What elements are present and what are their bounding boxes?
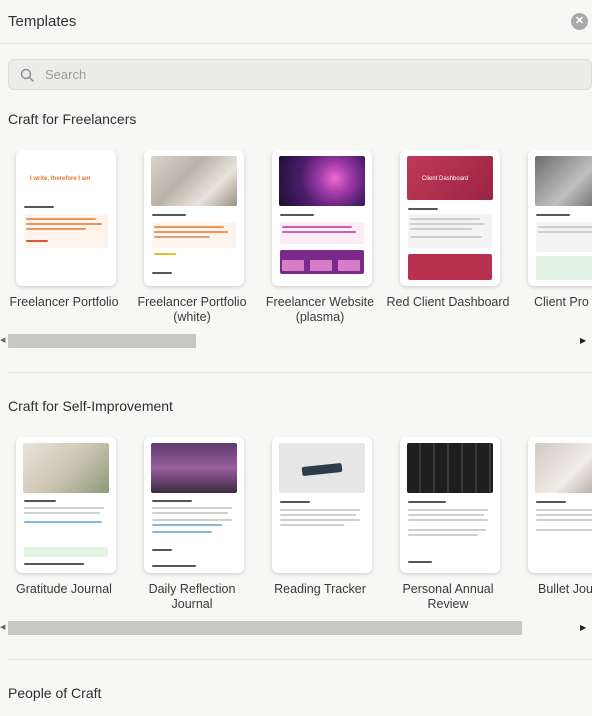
template-card[interactable]: Daily Reflection Journal <box>128 437 256 612</box>
template-label: Client Pro <box>534 295 589 309</box>
scroll-left-icon[interactable]: ◀ <box>0 623 5 631</box>
horizontal-scrollbar[interactable]: ◀ ▶ <box>0 334 592 348</box>
section-title-freelancers: Craft for Freelancers <box>8 111 137 127</box>
template-label: Freelancer Website (plasma) <box>265 295 375 324</box>
thumbnail-heading: I write, therefore I am <box>30 176 91 182</box>
template-label: Freelancer Portfolio <box>9 295 119 309</box>
scroll-right-icon[interactable]: ▶ <box>580 336 586 345</box>
close-icon: ✕ <box>574 15 585 27</box>
template-card[interactable]: Reading Tracker <box>256 437 384 597</box>
horizontal-scrollbar[interactable]: ◀ ▶ <box>0 621 592 635</box>
template-thumbnail: Client Dashboard <box>400 150 500 286</box>
page-title: Templates <box>8 13 77 30</box>
template-thumbnail: I write, therefore I am <box>16 150 116 286</box>
search-input[interactable] <box>45 60 575 89</box>
template-card[interactable]: Bullet Jou Templa <box>512 437 592 597</box>
template-card[interactable]: Gratitude Journal <box>0 437 128 597</box>
thumbnail-heading: Client Dashboard <box>422 176 469 182</box>
template-label: Reading Tracker <box>274 582 366 596</box>
header: Templates ✕ <box>0 0 592 44</box>
template-card[interactable]: Personal Annual Review <box>384 437 512 612</box>
template-card[interactable]: Freelancer Website (plasma) <box>256 150 384 325</box>
template-label: Red Client Dashboard <box>386 295 510 309</box>
template-thumbnail <box>272 437 372 573</box>
template-row-freelancers: I write, therefore I am Freelancer Portf… <box>0 150 592 350</box>
template-row-self-improvement: Gratitude Journal Daily Reflection Journ… <box>0 437 592 637</box>
template-card[interactable]: Client Dashboard Red Client Dashboard <box>384 150 512 310</box>
search-bar[interactable] <box>8 59 592 90</box>
template-label: Freelancer Portfolio (white) <box>137 295 247 324</box>
search-icon <box>20 68 34 82</box>
template-thumbnail <box>16 437 116 573</box>
close-button[interactable]: ✕ <box>571 13 588 30</box>
scrollbar-thumb[interactable] <box>8 621 522 635</box>
scroll-left-icon[interactable]: ◀ <box>0 336 5 344</box>
template-label: Daily Reflection Journal <box>148 582 236 611</box>
template-thumbnail <box>144 437 244 573</box>
template-thumbnail <box>400 437 500 573</box>
section-title-people-of-craft: People of Craft <box>8 685 102 701</box>
template-label: Gratitude Journal <box>16 582 112 596</box>
section-divider <box>8 372 592 373</box>
template-label: Bullet Jou Templa <box>538 582 592 596</box>
scrollbar-thumb[interactable] <box>8 334 196 348</box>
template-thumbnail <box>272 150 372 286</box>
template-thumbnail <box>528 150 592 286</box>
section-title-self-improvement: Craft for Self-Improvement <box>8 398 173 414</box>
template-card[interactable]: Freelancer Portfolio (white) <box>128 150 256 325</box>
scroll-right-icon[interactable]: ▶ <box>580 623 586 632</box>
template-thumbnail <box>144 150 244 286</box>
template-card[interactable]: Client Pro <box>512 150 592 310</box>
template-thumbnail <box>528 437 592 573</box>
template-card[interactable]: I write, therefore I am Freelancer Portf… <box>0 150 128 310</box>
section-divider <box>8 659 592 660</box>
template-label: Personal Annual Review <box>402 582 494 611</box>
